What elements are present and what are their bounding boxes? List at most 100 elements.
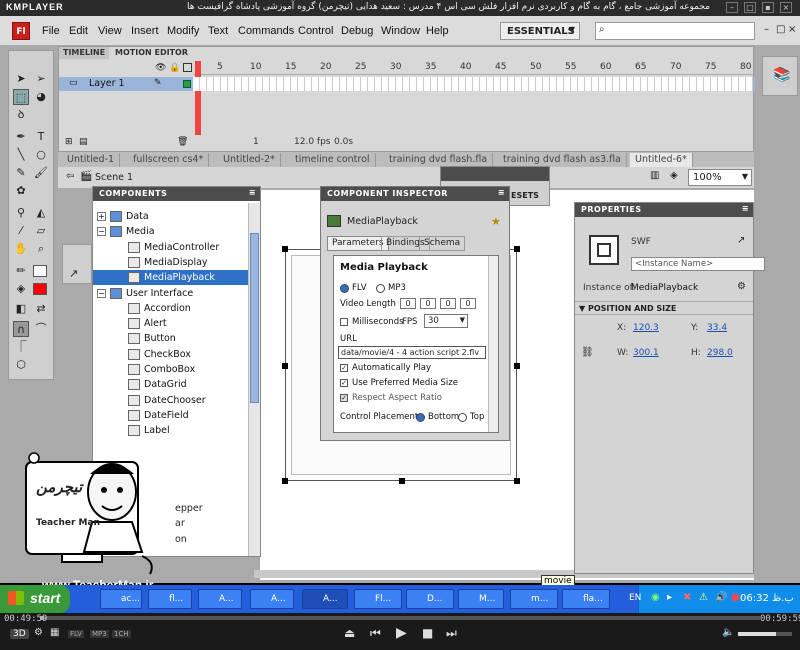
tab-schema[interactable]: Schema (419, 236, 466, 251)
tray-icon[interactable]: ⚠ (699, 592, 708, 603)
transform-handle[interactable] (282, 478, 288, 484)
snap-magnet-icon[interactable]: ∩ (13, 321, 29, 337)
list-item[interactable]: MediaController (93, 240, 248, 255)
subselection-tool-icon[interactable]: ➢ (33, 71, 49, 87)
fps-select[interactable]: 30 ▼ (424, 314, 468, 328)
tab-timeline[interactable]: TIMELINE (59, 47, 110, 59)
transform-handle[interactable] (514, 478, 520, 484)
player-fullscreen-button[interactable]: ▪ (762, 2, 774, 13)
edit-scene-icon[interactable]: ▥ (650, 170, 659, 181)
pen-tool-icon[interactable]: ✒ (13, 129, 29, 145)
list-item[interactable]: DateField (93, 408, 248, 423)
menu-window[interactable]: Window (381, 25, 420, 37)
list-item[interactable]: Accordion (93, 301, 248, 316)
player-maximize-button[interactable]: □ (744, 2, 756, 13)
paint-bucket-tool-icon[interactable]: ◭ (33, 205, 49, 221)
text-tool-icon[interactable]: T (33, 129, 49, 145)
outline-icon[interactable] (183, 63, 192, 72)
taskbar-item[interactable]: m... (510, 589, 558, 609)
taskbar-item[interactable]: fl... (148, 589, 192, 609)
properties-header[interactable]: PROPERTIES ≡ (575, 203, 753, 217)
line-tool-icon[interactable]: ╲ (13, 147, 29, 163)
pencil-tool-icon[interactable]: ✎ (13, 165, 29, 181)
new-folder-icon[interactable]: ▤ (79, 137, 88, 147)
list-item[interactable]: MediaDisplay (93, 255, 248, 270)
seek-bar[interactable] (40, 616, 760, 620)
menu-control[interactable]: Control (298, 25, 333, 37)
y-value[interactable]: 33.4 (707, 323, 727, 333)
3d-icon[interactable]: ⬡ (13, 357, 29, 373)
volume-icon[interactable]: 🔊 (715, 592, 727, 603)
tab-parameters[interactable]: Parameters (327, 236, 389, 251)
tree-expander-icon[interactable]: + (97, 212, 106, 221)
volume-slider[interactable] (738, 632, 792, 636)
play-icon[interactable]: ▶ (396, 625, 407, 641)
stroke-color-swatch[interactable] (33, 265, 47, 277)
straighten-icon[interactable]: ⎾ (13, 339, 29, 355)
tray-icon[interactable]: ▸ (667, 592, 672, 603)
menu-icon[interactable]: ≡ (498, 188, 505, 197)
eraser-tool-icon[interactable]: ▱ (33, 223, 49, 239)
free-transform-tool-icon[interactable]: ⬚ (13, 89, 29, 105)
video-length-frames[interactable]: 0 (460, 298, 476, 309)
transform-handle[interactable] (282, 246, 288, 252)
language-indicator[interactable]: EN (629, 593, 641, 603)
previous-icon[interactable]: ⏮ (370, 626, 381, 641)
close-icon[interactable]: × (788, 24, 796, 35)
scroll-thumb[interactable] (250, 233, 259, 403)
list-item[interactable]: Label (93, 423, 248, 438)
menu-view[interactable]: View (98, 25, 122, 37)
edit-symbol-icon[interactable]: ◈ (670, 170, 678, 181)
transform-handle[interactable] (282, 363, 288, 369)
menu-icon[interactable]: ≡ (742, 204, 749, 213)
tree-expander-icon[interactable]: − (97, 227, 106, 237)
hand-tool-icon[interactable]: ✋ (13, 241, 29, 257)
stroke-color-icon[interactable]: ✏ (13, 263, 29, 279)
list-item[interactable]: DateChooser (93, 393, 248, 408)
minimize-icon[interactable]: – (764, 24, 769, 35)
next-icon[interactable]: ⏭ (446, 626, 457, 641)
menu-file[interactable]: File (42, 25, 60, 37)
player-close-button[interactable]: × (780, 2, 792, 13)
menu-edit[interactable]: Edit (69, 25, 88, 37)
radio-top[interactable] (458, 413, 467, 422)
taskbar-item[interactable]: Fl... (354, 589, 402, 609)
tab-untitled-6[interactable]: Untitled-6* (630, 153, 693, 167)
aspect-ratio-checkbox[interactable]: ✓ (340, 394, 348, 402)
arrow-icon[interactable]: ↗ (69, 267, 78, 280)
zoom-tool-icon[interactable]: ⌕ (33, 241, 49, 257)
video-length-seconds[interactable]: 0 (440, 298, 456, 309)
tab-training-dvd[interactable]: training dvd flash.fla (384, 153, 494, 167)
eject-icon[interactable]: ⏏ (344, 626, 355, 640)
taskbar-item[interactable]: A... (198, 589, 242, 609)
restore-icon[interactable]: □ (776, 24, 785, 35)
smooth-icon[interactable]: ⌒ (33, 321, 49, 337)
3d-rotation-tool-icon[interactable]: ◕ (33, 89, 49, 105)
list-item-partial[interactable]: on (175, 534, 187, 545)
selection-tool-icon[interactable]: ➤ (13, 71, 29, 87)
fill-color-icon[interactable]: ◈ (13, 281, 29, 297)
tree-expander-icon[interactable]: − (97, 288, 106, 298)
taskbar-item[interactable]: ac... (100, 589, 142, 609)
library-icon[interactable]: 📚 (773, 67, 790, 83)
list-item[interactable]: Button (93, 331, 248, 346)
fill-color-swatch[interactable] (33, 283, 47, 295)
taskbar-item-active[interactable]: A... (302, 589, 348, 609)
swap-symbol-icon[interactable]: ⚙ (737, 281, 746, 292)
instance-name-input[interactable]: <Instance Name> (631, 257, 765, 271)
playlist-icon[interactable]: ▦ (50, 627, 59, 638)
oval-tool-icon[interactable]: ○ (33, 147, 49, 163)
transform-handle[interactable] (514, 363, 520, 369)
url-input[interactable]: data/movie/4 - 4 action script 2.flv (338, 346, 486, 359)
transform-handle[interactable] (399, 478, 405, 484)
new-layer-icon[interactable]: ⊞ (65, 137, 73, 147)
frame-rate[interactable]: 12.0 fps (294, 137, 330, 147)
edit-properties-icon[interactable]: ↗ (737, 235, 745, 246)
playhead[interactable] (195, 61, 201, 135)
link-icon[interactable]: ⛓ (581, 347, 594, 358)
taskbar-item[interactable]: D... (406, 589, 454, 609)
list-item[interactable]: − User Interface (93, 286, 248, 301)
eye-icon[interactable]: 👁 (155, 63, 166, 73)
scene-label[interactable]: Scene 1 (95, 172, 133, 183)
list-item[interactable]: − Media (93, 224, 248, 239)
